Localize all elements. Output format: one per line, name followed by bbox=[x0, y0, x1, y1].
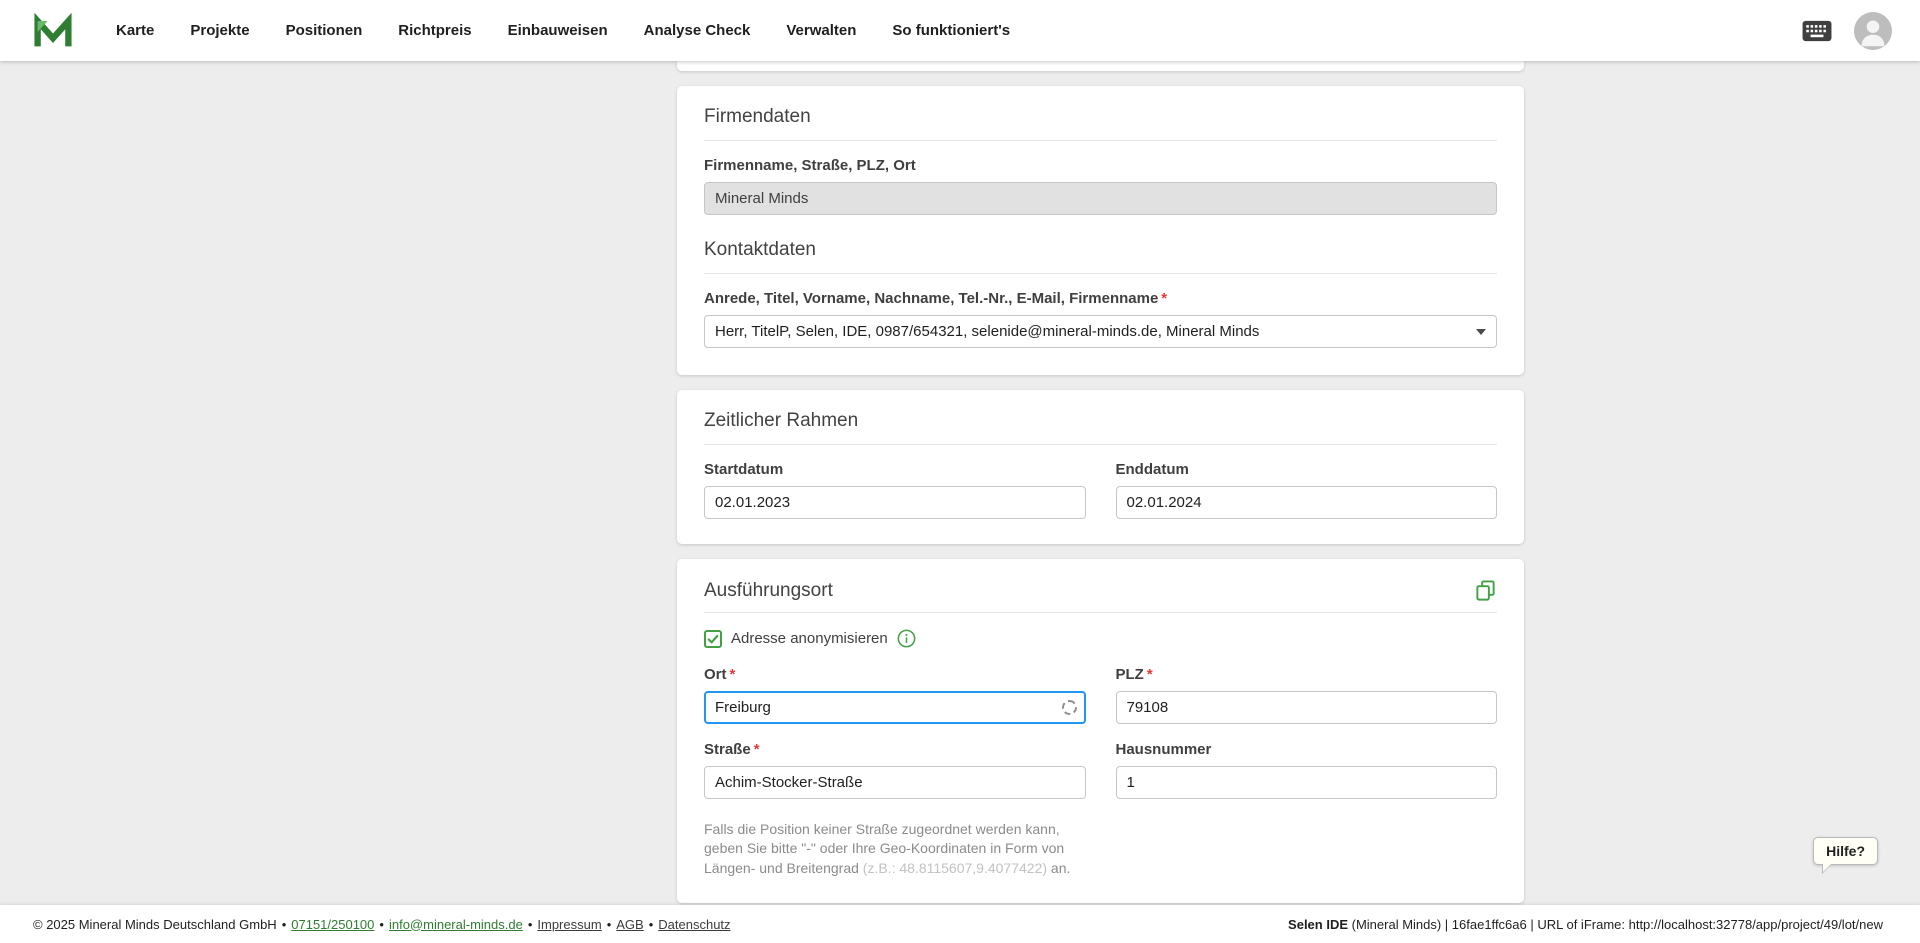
navbar-right bbox=[1802, 12, 1892, 50]
plz-field: PLZ* bbox=[1116, 666, 1498, 724]
ausfuehrungsort-head: Ausführungsort bbox=[704, 579, 1497, 613]
hausnummer-field: Hausnummer bbox=[1116, 741, 1498, 799]
firmenname-input bbox=[704, 182, 1497, 215]
plz-label: PLZ* bbox=[1116, 666, 1498, 683]
kontaktdaten-title: Kontaktdaten bbox=[704, 239, 1497, 274]
address-grid: Ort* PLZ* Straße* bbox=[704, 666, 1497, 878]
nav-item-karte[interactable]: Karte bbox=[116, 22, 154, 39]
user-avatar-icon bbox=[1854, 12, 1892, 50]
required-asterisk: * bbox=[1147, 666, 1153, 683]
strasse-hint: Falls die Position keiner Straße zugeord… bbox=[704, 820, 1086, 878]
copy-icon bbox=[1474, 579, 1497, 602]
nav-item-verwalten[interactable]: Verwalten bbox=[786, 22, 856, 39]
nav-item-einbauweisen[interactable]: Einbauweisen bbox=[508, 22, 608, 39]
footer-separator: • bbox=[379, 917, 384, 932]
keyboard-icon bbox=[1802, 20, 1832, 42]
help-button[interactable]: Hilfe? bbox=[1813, 837, 1878, 865]
check-icon bbox=[707, 633, 719, 645]
ausfuehrungsort-card: Ausführungsort Adresse anonymisieren bbox=[677, 559, 1524, 903]
nav-item-analyse-check[interactable]: Analyse Check bbox=[644, 22, 751, 39]
kontakt-select-value: Herr, TitelP, Selen, IDE, 0987/654321, s… bbox=[715, 323, 1259, 340]
ort-input-wrap bbox=[704, 691, 1086, 724]
footer: © 2025 Mineral Minds Deutschland GmbH • … bbox=[0, 905, 1920, 943]
strasse-input[interactable] bbox=[704, 766, 1086, 799]
footer-left: © 2025 Mineral Minds Deutschland GmbH • … bbox=[33, 917, 731, 932]
keyboard-button[interactable] bbox=[1802, 20, 1832, 42]
plz-input[interactable] bbox=[1116, 691, 1498, 724]
brand-logo-m-icon bbox=[32, 12, 74, 50]
main-nav: Karte Projekte Positionen Richtpreis Ein… bbox=[116, 22, 1010, 39]
card-cutoff-top bbox=[677, 61, 1524, 71]
ort-field: Ort* bbox=[704, 666, 1086, 724]
ort-label: Ort* bbox=[704, 666, 1086, 683]
info-icon[interactable] bbox=[897, 629, 916, 648]
app-name: Selen IDE bbox=[1288, 917, 1348, 932]
main-content: Firmendaten Firmenname, Straße, PLZ, Ort… bbox=[0, 61, 1920, 905]
required-asterisk: * bbox=[730, 666, 736, 683]
app-info: (Mineral Minds) | 16fae1ffc6a6 | URL of … bbox=[1348, 917, 1883, 932]
copy-address-button[interactable] bbox=[1474, 579, 1497, 602]
footer-separator: • bbox=[607, 917, 612, 932]
enddatum-label: Enddatum bbox=[1116, 461, 1498, 478]
loading-spinner-icon bbox=[1062, 700, 1077, 715]
startdatum-label: Startdatum bbox=[704, 461, 1086, 478]
anonymize-checkbox[interactable] bbox=[704, 630, 722, 648]
user-menu-button[interactable] bbox=[1854, 12, 1892, 50]
strasse-field: Straße* bbox=[704, 741, 1086, 799]
nav-item-so-funktionierts[interactable]: So funktioniert's bbox=[892, 22, 1010, 39]
footer-agb-link[interactable]: AGB bbox=[616, 917, 643, 932]
footer-separator: • bbox=[528, 917, 533, 932]
ort-input[interactable] bbox=[704, 691, 1086, 724]
date-grid: Startdatum Enddatum bbox=[704, 461, 1497, 519]
footer-email-link[interactable]: info@mineral-minds.de bbox=[389, 917, 523, 932]
brand-logo[interactable] bbox=[32, 12, 74, 50]
footer-datenschutz-link[interactable]: Datenschutz bbox=[658, 917, 730, 932]
anonymize-label: Adresse anonymisieren bbox=[731, 630, 888, 647]
footer-impressum-link[interactable]: Impressum bbox=[537, 917, 601, 932]
startdatum-field: Startdatum bbox=[704, 461, 1086, 519]
kontakt-field: Anrede, Titel, Vorname, Nachname, Tel.-N… bbox=[704, 290, 1497, 348]
firmendaten-title: Firmendaten bbox=[704, 106, 1497, 141]
zeitlicher-rahmen-card: Zeitlicher Rahmen Startdatum Enddatum bbox=[677, 390, 1524, 544]
kontakt-select[interactable]: Herr, TitelP, Selen, IDE, 0987/654321, s… bbox=[704, 315, 1497, 348]
footer-phone-link[interactable]: 07151/250100 bbox=[291, 917, 374, 932]
nav-item-richtpreis[interactable]: Richtpreis bbox=[398, 22, 471, 39]
footer-separator: • bbox=[649, 917, 654, 932]
hausnummer-label: Hausnummer bbox=[1116, 741, 1498, 758]
nav-item-positionen[interactable]: Positionen bbox=[286, 22, 363, 39]
ausfuehrungsort-title: Ausführungsort bbox=[704, 580, 833, 602]
zeitraum-title: Zeitlicher Rahmen bbox=[704, 410, 1497, 445]
enddatum-field: Enddatum bbox=[1116, 461, 1498, 519]
chevron-down-icon bbox=[1476, 329, 1486, 335]
anonymize-row: Adresse anonymisieren bbox=[704, 629, 1497, 648]
geo-example: (z.B.: 48.8115607,9.4077422) bbox=[863, 860, 1047, 876]
enddatum-input[interactable] bbox=[1116, 486, 1498, 519]
footer-separator: • bbox=[282, 917, 287, 932]
top-navbar: Karte Projekte Positionen Richtpreis Ein… bbox=[0, 0, 1920, 61]
kontakt-label: Anrede, Titel, Vorname, Nachname, Tel.-N… bbox=[704, 290, 1497, 307]
copyright-text: © 2025 Mineral Minds Deutschland GmbH bbox=[33, 917, 277, 932]
startdatum-input[interactable] bbox=[704, 486, 1086, 519]
required-asterisk: * bbox=[1161, 290, 1167, 307]
strasse-label: Straße* bbox=[704, 741, 1086, 758]
form-column: Firmendaten Firmenname, Straße, PLZ, Ort… bbox=[677, 61, 1524, 905]
nav-item-projekte[interactable]: Projekte bbox=[190, 22, 249, 39]
firmendaten-card: Firmendaten Firmenname, Straße, PLZ, Ort… bbox=[677, 86, 1524, 375]
firmenname-label: Firmenname, Straße, PLZ, Ort bbox=[704, 157, 1497, 174]
hausnummer-input[interactable] bbox=[1116, 766, 1498, 799]
required-asterisk: * bbox=[754, 741, 760, 758]
firmenname-field: Firmenname, Straße, PLZ, Ort bbox=[704, 157, 1497, 215]
footer-right: Selen IDE (Mineral Minds) | 16fae1ffc6a6… bbox=[1288, 917, 1883, 932]
